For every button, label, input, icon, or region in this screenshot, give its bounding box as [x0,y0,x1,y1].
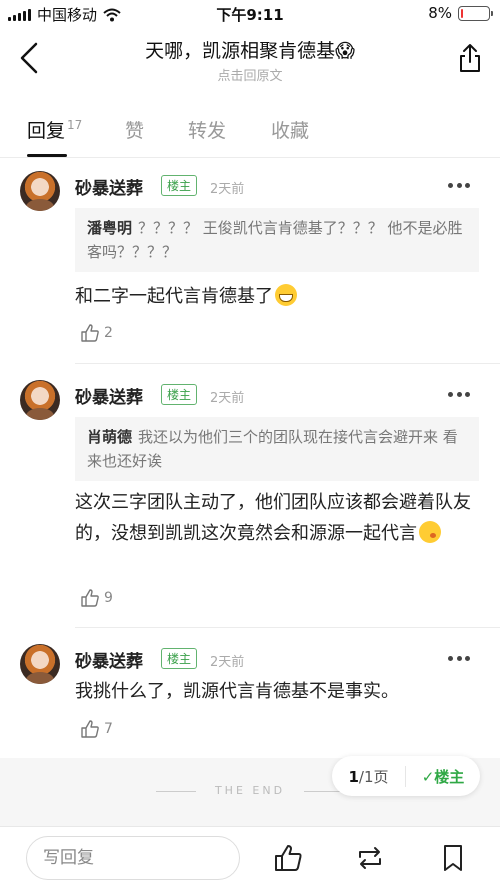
divider [75,627,500,628]
comment-text: 这次三字团队主动了，他们团队应该都会避着队友的，没想到凯凯这次竟然会和源源一起代… [75,492,471,544]
battery-icon [458,5,493,21]
like-count: 2 [104,325,113,341]
comment-time: 2天前 [210,655,245,670]
avatar[interactable] [20,644,60,684]
quote-author: 潘粤明 [87,219,133,237]
comment-time: 2天前 [210,391,245,406]
tab-replies-label: 回复 [27,120,66,142]
status-bar: 中国移动 下午9:11 8% [0,0,500,28]
quote-text: 我还以为他们三个的团队现在接代言会避开来 看来也还好诶 [87,428,458,470]
quoted-reply[interactable]: 肖萌德 我还以为他们三个的团队现在接代言会避开来 看来也还好诶 [75,417,479,481]
battery-percent: 8% [428,4,452,22]
avatar[interactable] [20,380,60,420]
thumbs-up-icon [81,324,99,342]
repost-icon[interactable] [355,843,385,873]
more-options-icon[interactable] [448,656,470,662]
op-badge: 楼主 [161,384,198,405]
like-button[interactable]: 7 [80,719,113,739]
tab-likes[interactable]: 赞 [125,116,144,143]
comment-text: 我挑什么了，凯源代言肯德基不是事实。 [75,681,399,702]
comment-time: 2天前 [210,182,245,197]
op-badge: 楼主 [161,175,198,196]
like-button[interactable]: 9 [80,588,113,608]
page-switcher: 1/1页 ✓楼主 [332,756,480,796]
quote-author: 肖萌德 [87,428,133,446]
tab-replies[interactable]: 回复 17 [27,116,82,143]
nav-header: 天哪，凯源相聚肯德基😱 点击回原文 [0,28,500,88]
page-indicator[interactable]: 1/1页 [332,765,406,787]
thumbs-up-icon [81,720,99,738]
thumbs-up-icon[interactable] [273,843,303,873]
clock: 下午9:11 [216,6,284,24]
back-arrow-icon[interactable] [16,40,42,76]
active-tab-indicator [27,154,67,157]
bookmark-icon[interactable] [438,843,468,873]
more-options-icon[interactable] [448,392,470,398]
page-title: 天哪，凯源相聚肯德基😱 [145,40,355,62]
grin-emoji-icon [275,284,297,306]
like-count: 7 [104,721,113,737]
divider [75,363,500,364]
op-badge: 楼主 [161,648,198,669]
quoted-reply[interactable]: 潘粤明？？？？ 王俊凯代言肯德基了？？？ 他不是必胜客吗？？？？ [75,208,479,272]
quote-text: ？？？？ 王俊凯代言肯德基了？？？ 他不是必胜客吗？？？？ [87,219,463,261]
reply-count: 17 [67,118,83,132]
bottom-action-bar: 写回复 [0,826,500,889]
like-button[interactable]: 2 [80,323,113,343]
only-op-toggle[interactable]: ✓楼主 [406,766,480,787]
back-to-original-link[interactable]: 点击回原文 [60,65,440,84]
share-icon[interactable] [456,42,484,74]
tab-favorites[interactable]: 收藏 [271,116,309,143]
more-options-icon[interactable] [448,183,470,189]
comment-text: 和二字一起代言肯德基了 [75,281,475,312]
tab-reposts[interactable]: 转发 [188,116,226,143]
kiss-emoji-icon [419,521,441,543]
username[interactable]: 砂暴送葬 [75,174,143,199]
avatar[interactable] [20,171,60,211]
thumbs-up-icon [81,589,99,607]
tab-bar: 回复 17 赞 转发 收藏 [0,108,500,158]
reply-input[interactable]: 写回复 [26,836,240,880]
username[interactable]: 砂暴送葬 [75,383,143,408]
username[interactable]: 砂暴送葬 [75,647,143,672]
like-count: 9 [104,590,113,606]
